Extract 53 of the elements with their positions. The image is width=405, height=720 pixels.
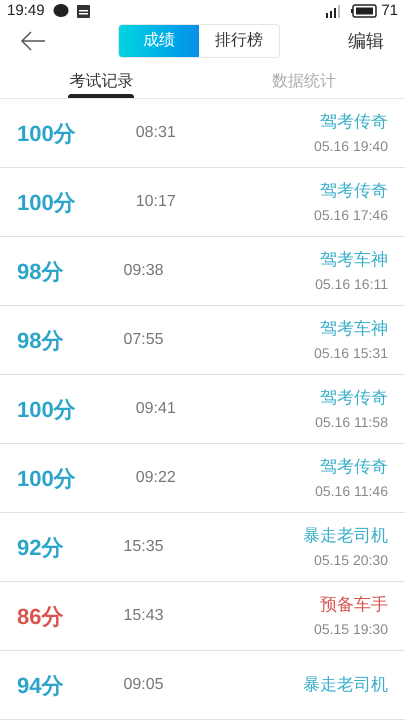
rank-title: 暴走老司机 — [303, 674, 388, 696]
duration: 09:38 — [123, 261, 164, 281]
score: 100分 — [17, 396, 76, 424]
record-row[interactable]: 100分 08:31 驾考传奇 05.16 19:40 — [0, 99, 405, 168]
record-row[interactable]: 100分 09:22 驾考传奇 05.16 11:46 — [0, 444, 405, 513]
score: 94分 — [17, 672, 64, 700]
record-row[interactable]: 86分 15:43 预备车手 05.15 19:30 — [0, 582, 405, 651]
duration: 15:43 — [123, 606, 164, 626]
rank-title: 驾考传奇 — [320, 110, 388, 133]
back-arrow-icon — [20, 31, 46, 52]
score: 100分 — [17, 464, 76, 492]
tab[interactable]: 考试记录 — [0, 60, 202, 98]
news-icon — [76, 4, 90, 18]
rank-title: 预备车手 — [320, 594, 388, 616]
score: 98分 — [17, 258, 64, 286]
record-date: 05.16 17:46 — [314, 206, 388, 226]
score: 100分 — [17, 120, 76, 148]
score: 100分 — [17, 188, 76, 216]
tab[interactable]: 数据统计 — [202, 60, 405, 98]
record-row[interactable]: 98分 07:55 驾考车神 05.16 15:31 — [0, 306, 405, 375]
duration: 15:35 — [123, 537, 164, 557]
record-row[interactable]: 100分 10:17 驾考传奇 05.16 17:46 — [0, 168, 405, 237]
score: 92分 — [17, 534, 64, 562]
record-date: 05.16 19:40 — [314, 137, 388, 156]
record-date: 05.16 15:31 — [314, 344, 388, 364]
duration: 10:17 — [136, 192, 176, 212]
record-date: 05.15 19:30 — [314, 620, 388, 640]
duration: 09:05 — [123, 675, 164, 695]
record-row[interactable]: 100分 09:41 驾考传奇 05.16 11:58 — [0, 375, 405, 444]
record-row[interactable]: 98分 09:38 驾考车神 05.16 16:11 — [0, 237, 405, 306]
rank-title: 驾考车神 — [320, 248, 388, 271]
duration: 08:31 — [136, 123, 176, 143]
rank-title: 驾考传奇 — [320, 456, 388, 478]
segment-tab[interactable]: 成绩 — [119, 25, 199, 58]
rank-title: 驾考传奇 — [320, 180, 388, 202]
record-row[interactable]: 92分 15:35 暴走老司机 05.15 20:30 — [0, 513, 405, 582]
battery-level: 71 — [381, 1, 398, 21]
rank-title: 暴走老司机 — [303, 524, 388, 547]
duration: 07:55 — [123, 330, 164, 350]
rank-title: 驾考车神 — [320, 318, 388, 340]
record-row[interactable]: 94分 09:05 暴走老司机 — [0, 651, 405, 720]
record-date: 05.15 20:30 — [314, 551, 388, 570]
duration: 09:41 — [136, 399, 176, 419]
record-date: 05.16 16:11 — [315, 275, 388, 294]
battery-icon — [351, 4, 378, 18]
record-date: 05.16 11:58 — [315, 413, 388, 432]
score: 86分 — [17, 602, 64, 630]
score: 98分 — [17, 326, 64, 354]
record-date: 05.16 11:46 — [315, 482, 388, 502]
rank-title: 驾考传奇 — [320, 386, 388, 409]
status-time: 19:49 — [7, 1, 45, 21]
edit-button[interactable]: 编辑 — [348, 28, 385, 55]
duration: 09:22 — [136, 468, 176, 488]
